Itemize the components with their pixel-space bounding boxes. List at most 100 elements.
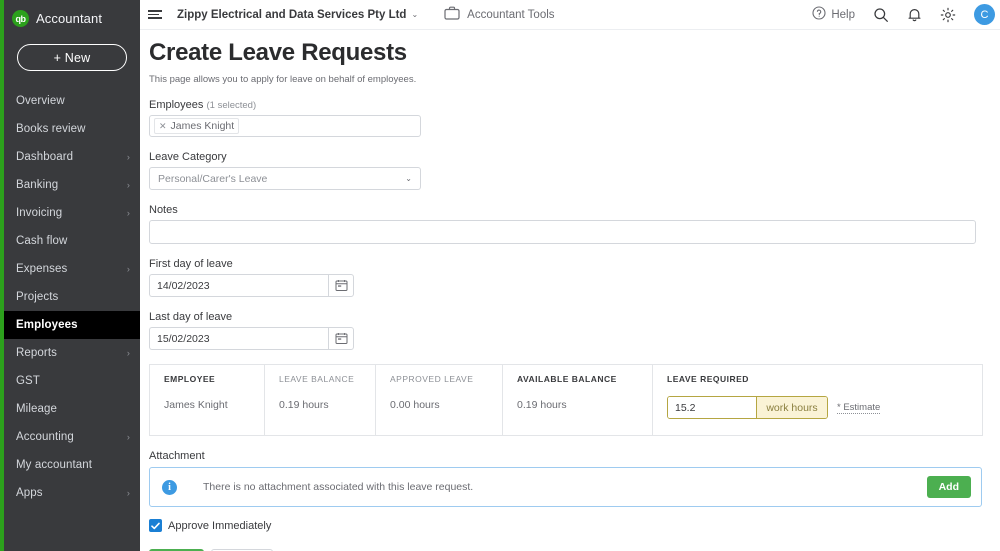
table-header-row: EMPLOYEE LEAVE BALANCE APPROVED LEAVE AV… (150, 364, 983, 392)
sidebar-item-projects[interactable]: Projects (4, 283, 140, 311)
attachment-panel: i There is no attachment associated with… (149, 467, 982, 507)
table-header-leave-balance: LEAVE BALANCE (279, 374, 355, 384)
sidebar-item-label: Expenses (16, 263, 68, 275)
help-button[interactable]: Help (812, 6, 855, 23)
chevron-right-icon: › (126, 152, 130, 162)
notifications-bell-icon[interactable] (907, 7, 922, 23)
employee-chip-label: James Knight (170, 120, 235, 132)
cell-leave-required: 15.2 work hours * Estimate (653, 392, 982, 435)
chevron-right-icon: › (126, 180, 130, 190)
sidebar-item-label: Books review (16, 123, 86, 135)
notes-label: Notes (149, 204, 178, 216)
chip-remove-icon[interactable]: ✕ (159, 121, 167, 132)
sidebar-item-label: Accounting (16, 431, 74, 443)
approve-immediately-label[interactable]: Approve Immediately (168, 520, 271, 532)
employees-label-text: Employees (149, 99, 204, 111)
employee-chip[interactable]: ✕ James Knight (154, 118, 240, 134)
cell-leave-balance: 0.19 hours (279, 399, 329, 411)
page-title: Create Leave Requests (149, 39, 407, 66)
sidebar-item-label: Cash flow (16, 235, 68, 247)
sidebar-item-invoicing[interactable]: Invoicing › (4, 199, 140, 227)
sidebar-item-label: Apps (16, 487, 43, 499)
sidebar-item-label: Mileage (16, 403, 57, 415)
leave-required-field: 15.2 work hours (667, 396, 828, 419)
topbar: Zippy Electrical and Data Services Pty L… (140, 0, 1000, 30)
briefcase-icon (444, 6, 460, 23)
app-root: qb Accountant + New Overview Books review… (0, 0, 1000, 551)
sidebar-item-label: Reports (16, 347, 57, 359)
employees-input[interactable]: ✕ James Knight (149, 115, 421, 137)
table-header-leave-required: LEAVE REQUIRED (667, 374, 749, 384)
sidebar-item-accounting[interactable]: Accounting › (4, 423, 140, 451)
last-day-label: Last day of leave (149, 311, 233, 323)
cell-approved-leave: 0.00 hours (390, 399, 440, 411)
attachment-message: There is no attachment associated with t… (203, 481, 474, 493)
approve-immediately-row: Approve Immediately (149, 519, 983, 532)
sidebar-item-banking[interactable]: Banking › (4, 171, 140, 199)
last-day-field: 15/02/2023 (149, 327, 354, 350)
chevron-right-icon: › (126, 348, 130, 358)
chevron-right-icon: › (126, 264, 130, 274)
calendar-icon[interactable] (328, 274, 354, 297)
table-header-approved-leave: APPROVED LEAVE (390, 374, 474, 384)
cell-employee: James Knight (164, 399, 228, 411)
accountant-tools-label: Accountant Tools (467, 8, 555, 21)
leave-category-value: Personal/Carer's Leave (158, 172, 268, 185)
estimate-link[interactable]: * Estimate (837, 402, 881, 414)
chevron-right-icon: › (126, 208, 130, 218)
leave-category-select[interactable]: Personal/Carer's Leave ⌄ (149, 167, 421, 190)
brand-name: Accountant (36, 11, 103, 26)
sidebar-item-label: GST (16, 375, 40, 387)
sidebar-item-dashboard[interactable]: Dashboard › (4, 143, 140, 171)
first-day-field: 14/02/2023 (149, 274, 354, 297)
calendar-icon[interactable] (328, 327, 354, 350)
sidebar-nav: Overview Books review Dashboard › Banking › In… (4, 87, 140, 507)
sidebar-item-gst[interactable]: GST (4, 367, 140, 395)
sidebar-item-my-accountant[interactable]: My accountant (4, 451, 140, 479)
sidebar-item-expenses[interactable]: Expenses › (4, 255, 140, 283)
hamburger-menu-icon[interactable] (148, 8, 164, 22)
sidebar-item-label: Invoicing (16, 207, 63, 219)
avatar[interactable]: C (974, 4, 995, 25)
brand: qb Accountant (4, 0, 140, 30)
sidebar-item-reports[interactable]: Reports › (4, 339, 140, 367)
gear-icon[interactable] (940, 7, 956, 23)
sidebar: qb Accountant + New Overview Books review… (0, 0, 140, 551)
leave-required-unit: work hours (756, 397, 827, 418)
sidebar-item-label: Projects (16, 291, 59, 303)
leave-balance-table: EMPLOYEE LEAVE BALANCE APPROVED LEAVE AV… (149, 364, 983, 436)
notes-input[interactable] (149, 220, 976, 244)
sidebar-item-mileage[interactable]: Mileage (4, 395, 140, 423)
sidebar-item-apps[interactable]: Apps › (4, 479, 140, 507)
sidebar-item-books-review[interactable]: Books review (4, 115, 140, 143)
first-day-input[interactable]: 14/02/2023 (149, 274, 328, 297)
chevron-right-icon: › (126, 488, 130, 498)
leave-category-label: Leave Category (149, 151, 227, 163)
chevron-right-icon: › (126, 432, 130, 442)
sidebar-item-label: Dashboard (16, 151, 74, 163)
chevron-down-icon: ⌄ (405, 174, 412, 183)
leave-required-input[interactable]: 15.2 (668, 397, 756, 418)
add-attachment-button[interactable]: Add (926, 476, 971, 498)
approve-immediately-checkbox[interactable] (149, 519, 162, 532)
attachment-label: Attachment (149, 450, 205, 462)
accountant-tools-button[interactable]: Accountant Tools (444, 6, 555, 23)
sidebar-item-label: Overview (16, 95, 65, 107)
sidebar-item-employees[interactable]: Employees (4, 311, 140, 339)
main-area: Zippy Electrical and Data Services Pty L… (140, 0, 1000, 551)
help-circle-icon (812, 6, 826, 23)
quickbooks-logo-icon: qb (12, 10, 29, 27)
sidebar-item-label: Employees (16, 319, 78, 331)
company-switcher[interactable]: Zippy Electrical and Data Services Pty L… (177, 9, 418, 21)
help-label: Help (831, 8, 855, 21)
page-content: Create Leave Requests This page allows y… (140, 30, 1000, 551)
table-header-available-balance: AVAILABLE BALANCE (517, 374, 617, 384)
last-day-input[interactable]: 15/02/2023 (149, 327, 328, 350)
search-icon[interactable] (873, 7, 889, 23)
employees-label: Employees (1 selected) (149, 99, 983, 111)
topbar-right: Help C (812, 4, 995, 25)
new-button[interactable]: + New (17, 44, 127, 71)
sidebar-item-cash-flow[interactable]: Cash flow (4, 227, 140, 255)
sidebar-item-overview[interactable]: Overview (4, 87, 140, 115)
table-header-employee: EMPLOYEE (164, 374, 216, 384)
